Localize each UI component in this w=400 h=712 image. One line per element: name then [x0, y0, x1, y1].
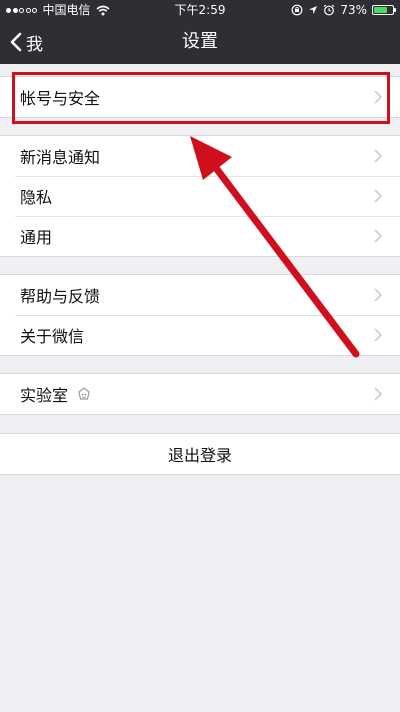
wifi-icon: [96, 5, 110, 15]
cell-label: 关于微信: [20, 327, 85, 346]
cell-general[interactable]: 通用: [0, 216, 400, 256]
settings-group-support: 帮助与反馈 关于微信: [0, 274, 400, 356]
chevron-right-icon: [374, 288, 382, 302]
cell-label: 新消息通知: [20, 148, 101, 167]
battery-percent: 73%: [340, 3, 367, 17]
orientation-lock-icon: [291, 4, 303, 16]
status-bar: 中国电信 下午2:59 73%: [0, 0, 400, 20]
settings-group-lab: 实验室: [0, 373, 400, 415]
chevron-right-icon: [374, 328, 382, 342]
cell-label: 帮助与反馈: [20, 287, 101, 306]
alarm-icon: [323, 4, 335, 16]
cell-about-wechat[interactable]: 关于微信: [0, 315, 400, 355]
cell-help-feedback[interactable]: 帮助与反馈: [0, 275, 400, 315]
logout-button[interactable]: 退出登录: [0, 434, 400, 474]
location-icon: [309, 6, 318, 14]
lab-icon: [78, 387, 90, 400]
chevron-right-icon: [374, 229, 382, 243]
cell-label: 帐号与安全: [20, 89, 101, 108]
cell-label: 实验室: [20, 386, 69, 405]
navigation-bar: 我 设置: [0, 20, 400, 64]
page-title: 设置: [182, 31, 218, 52]
chevron-right-icon: [374, 387, 382, 401]
cell-account-security[interactable]: 帐号与安全: [0, 77, 400, 117]
status-right: 73%: [286, 0, 396, 20]
status-left: 中国电信: [6, 0, 110, 20]
cell-new-message-notifications[interactable]: 新消息通知: [0, 136, 400, 176]
battery-icon: [372, 5, 396, 15]
settings-group-general: 新消息通知 隐私 通用: [0, 135, 400, 257]
battery-level-fill: [374, 7, 388, 13]
chevron-right-icon: [374, 90, 382, 104]
cell-label: 隐私: [20, 188, 53, 207]
chevron-right-icon: [374, 189, 382, 203]
signal-strength-icon: [6, 7, 39, 13]
carrier-name: 中国电信: [42, 3, 91, 17]
cell-privacy[interactable]: 隐私: [0, 176, 400, 216]
cell-label: 通用: [20, 228, 53, 247]
cell-lab[interactable]: 实验室: [0, 374, 400, 414]
top-bar: 中国电信 下午2:59 73% 我 设置: [0, 0, 400, 64]
settings-group-account: 帐号与安全: [0, 76, 400, 118]
settings-group-logout: 退出登录: [0, 433, 400, 475]
chevron-right-icon: [374, 149, 382, 163]
